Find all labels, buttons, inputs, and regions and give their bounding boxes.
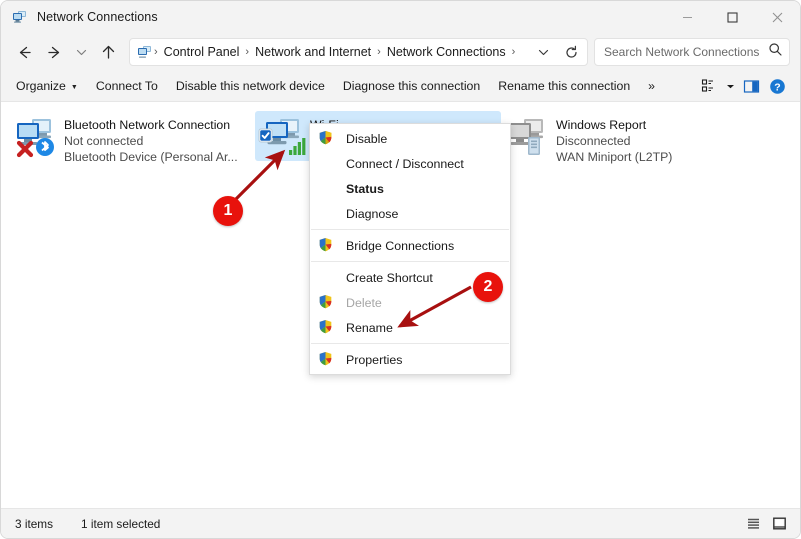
- menu-item-label: Create Shortcut: [346, 270, 433, 285]
- selection-label: 1 item selected: [81, 516, 161, 531]
- wan-miniport-icon: [504, 115, 554, 159]
- address-chevron-down-icon[interactable]: [529, 39, 557, 65]
- menu-item-properties[interactable]: Properties: [310, 347, 510, 372]
- no-icon-placeholder: [318, 180, 335, 197]
- breadcrumb-separator: ›: [511, 46, 516, 58]
- view-chevron-down-icon[interactable]: [722, 74, 738, 98]
- preview-pane-icon[interactable]: [738, 74, 764, 98]
- breadcrumb-control-panel[interactable]: Control Panel: [159, 45, 245, 59]
- menu-item-label: Connect / Disconnect: [346, 156, 464, 171]
- menu-item-bridge-connections[interactable]: Bridge Connections: [310, 233, 510, 258]
- connection-name: Windows Report: [556, 118, 647, 132]
- details-view-icon[interactable]: [740, 513, 766, 535]
- view-layout-icon[interactable]: [696, 74, 722, 98]
- window-title: Network Connections: [37, 10, 158, 24]
- shield-icon: [318, 351, 335, 368]
- disable-this-network-device-button[interactable]: Disable this network device: [167, 75, 334, 97]
- search-input[interactable]: [604, 45, 768, 59]
- search-icon[interactable]: [768, 42, 783, 62]
- shield-icon: [318, 294, 335, 311]
- shield-icon: [318, 319, 335, 336]
- connection-device: Bluetooth Device (Personal Ar...: [64, 150, 238, 164]
- search-box[interactable]: [594, 38, 790, 66]
- title-bar: Network Connections: [1, 1, 800, 33]
- menu-item-label: Status: [346, 181, 384, 196]
- shield-icon: [318, 130, 335, 147]
- breadcrumb-network-connections[interactable]: Network Connections: [382, 45, 511, 59]
- connection-status: Disconnected: [556, 134, 631, 148]
- no-icon-placeholder: [318, 205, 335, 222]
- bluetooth-network-icon: [12, 115, 62, 159]
- address-network-icon: [137, 44, 153, 60]
- maximize-icon[interactable]: [710, 1, 755, 33]
- connection-device: WAN Miniport (L2TP): [556, 150, 673, 164]
- wifi-network-icon: [258, 115, 308, 159]
- refresh-icon[interactable]: [557, 39, 585, 65]
- forward-arrow-icon[interactable]: [39, 38, 69, 66]
- connections-list: Bluetooth Network Connection Not connect…: [1, 102, 800, 484]
- back-arrow-icon[interactable]: [9, 38, 39, 66]
- no-icon-placeholder: [318, 269, 335, 286]
- menu-separator: [311, 229, 509, 230]
- overflow-button[interactable]: »: [639, 75, 664, 97]
- rename-this-connection-button[interactable]: Rename this connection: [489, 75, 639, 97]
- menu-separator: [311, 343, 509, 344]
- help-icon[interactable]: ?: [764, 74, 790, 98]
- minimize-icon[interactable]: [665, 1, 710, 33]
- menu-item-label: Delete: [346, 295, 382, 310]
- annotation-badge-1: 1: [213, 196, 243, 226]
- signal-bars-icon: [289, 138, 306, 155]
- address-bar[interactable]: › Control Panel › Network and Internet ›…: [129, 38, 588, 66]
- organize-button[interactable]: Organize ▼: [7, 75, 87, 97]
- windows-report-connection-item[interactable]: Windows Report Disconnected WAN Miniport…: [501, 111, 747, 164]
- menu-item-rename[interactable]: Rename: [310, 315, 510, 340]
- organize-label: Organize: [16, 79, 66, 93]
- menu-item-label: Rename: [346, 320, 393, 335]
- connect-to-button[interactable]: Connect To: [87, 75, 167, 97]
- chevron-down-icon: ▼: [70, 83, 78, 91]
- menu-item-connect-disconnect[interactable]: Connect / Disconnect: [310, 151, 510, 176]
- breadcrumb-network-and-internet[interactable]: Network and Internet: [250, 45, 376, 59]
- annotation-badge-2: 2: [473, 272, 503, 302]
- network-connections-window: Network Connections › Control Panel › Ne…: [0, 0, 801, 539]
- item-count-label: 3 items: [15, 516, 54, 531]
- status-bar: 3 items 1 item selected: [1, 508, 800, 538]
- menu-item-status[interactable]: Status: [310, 176, 510, 201]
- diagnose-this-connection-button[interactable]: Diagnose this connection: [334, 75, 489, 97]
- navigation-bar: › Control Panel › Network and Internet ›…: [1, 33, 800, 71]
- menu-item-label: Properties: [346, 352, 403, 367]
- svg-text:?: ?: [774, 81, 780, 93]
- network-connections-icon: [12, 9, 28, 25]
- connection-name: Bluetooth Network Connection: [64, 118, 231, 132]
- windows-report-labels: Windows Report Disconnected WAN Miniport…: [556, 115, 672, 165]
- menu-item-label: Diagnose: [346, 206, 399, 221]
- menu-item-diagnose[interactable]: Diagnose: [310, 201, 510, 226]
- close-icon[interactable]: [755, 1, 800, 33]
- menu-item-label: Bridge Connections: [346, 238, 455, 253]
- large-icons-view-icon[interactable]: [766, 513, 792, 535]
- up-arrow-icon[interactable]: [93, 38, 123, 66]
- bluetooth-connection-item[interactable]: Bluetooth Network Connection Not connect…: [9, 111, 255, 164]
- menu-item-disable[interactable]: Disable: [310, 126, 510, 151]
- window-controls: [665, 1, 800, 33]
- shield-icon: [318, 237, 335, 254]
- menu-separator: [311, 261, 509, 262]
- context-menu: Disable Connect / Disconnect Status Diag…: [309, 123, 511, 375]
- command-bar: Organize ▼ Connect To Disable this netwo…: [1, 71, 800, 102]
- menu-item-label: Disable: [346, 131, 388, 146]
- connection-status: Not connected: [64, 134, 144, 148]
- bluetooth-labels: Bluetooth Network Connection Not connect…: [64, 115, 238, 165]
- recent-locations-chevron-down-icon[interactable]: [69, 38, 93, 66]
- no-icon-placeholder: [318, 155, 335, 172]
